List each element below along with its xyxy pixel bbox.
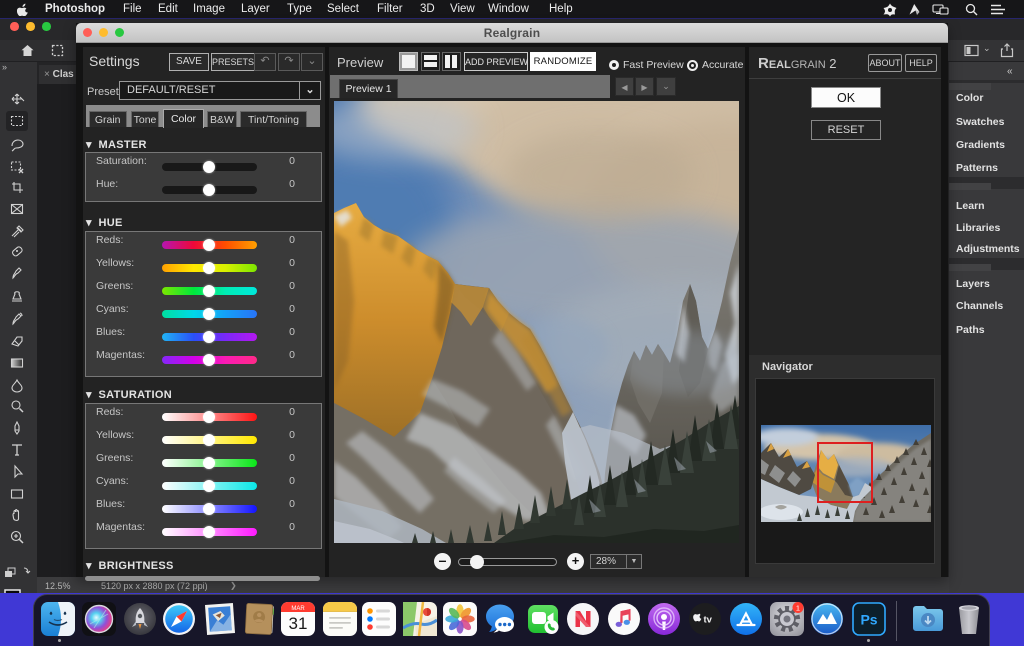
svg-text:tv: tv	[704, 615, 713, 626]
svg-text:Ps: Ps	[860, 612, 877, 628]
svg-text:MAR: MAR	[291, 606, 305, 612]
svg-text:1: 1	[796, 603, 800, 612]
svg-text:31: 31	[289, 614, 308, 633]
